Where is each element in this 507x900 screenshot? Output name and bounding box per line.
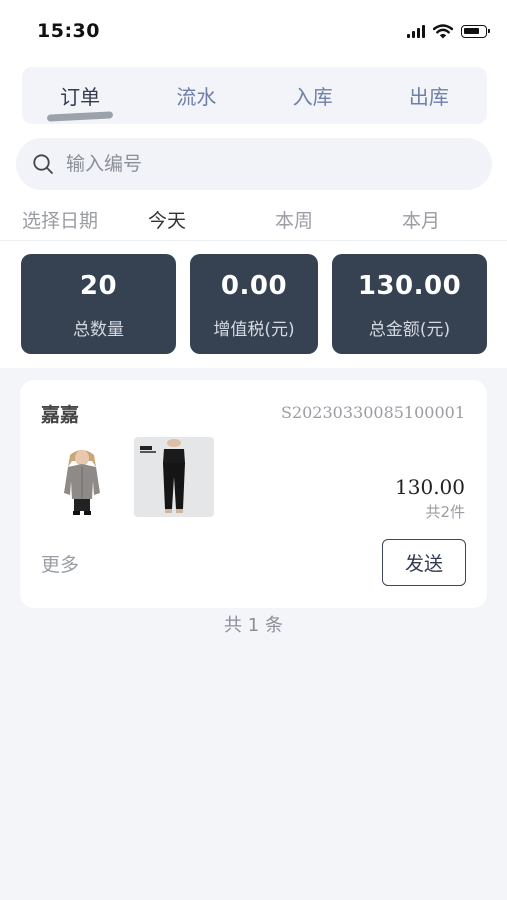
status-time: 15:30 (37, 20, 100, 42)
signal-icon (407, 24, 425, 38)
product-image-trousers[interactable] (134, 437, 214, 517)
stat-card-total-amount: 130.00 总金额(元) (332, 254, 487, 354)
tab-label: 流水 (176, 85, 217, 109)
date-picker-label[interactable]: 选择日期 (22, 206, 98, 233)
tab-label: 入库 (292, 85, 333, 109)
order-card[interactable]: 嘉嘉 S20230330085100001 130.00 共2件 更多 发送 (20, 380, 487, 608)
stat-value: 0.00 (220, 271, 288, 301)
stat-value: 130.00 (357, 271, 462, 301)
search-icon (33, 154, 53, 174)
tab-stock-in[interactable]: 入库 (255, 81, 371, 110)
date-filter: 选择日期 今天 本周 本月 (0, 196, 507, 241)
stat-label: 增值税(元) (213, 320, 295, 340)
battery-icon (461, 24, 490, 38)
stat-value: 20 (79, 271, 118, 301)
customer-name: 嘉嘉 (41, 404, 80, 426)
date-option-today[interactable]: 今天 (148, 206, 186, 233)
status-bar: 15:30 (0, 0, 507, 62)
status-icons (407, 22, 490, 40)
tab-label: 出库 (408, 85, 449, 109)
order-quantity: 共2件 (425, 503, 465, 521)
list-total-count: 共 1 条 (224, 615, 283, 636)
tab-bar: 订单 流水 入库 出库 (22, 67, 487, 124)
date-option-week[interactable]: 本周 (275, 206, 313, 233)
order-number: S20230330085100001 (280, 403, 465, 422)
search-input[interactable] (64, 152, 448, 176)
active-tab-indicator (46, 111, 114, 122)
tab-label: 订单 (60, 85, 101, 109)
stat-card-total-quantity: 20 总数量 (21, 254, 176, 354)
send-button[interactable]: 发送 (382, 539, 466, 586)
stat-card-vat: 0.00 增值税(元) (190, 254, 318, 354)
tab-stock-out[interactable]: 出库 (371, 81, 487, 110)
stat-label: 总数量 (73, 320, 124, 340)
search-bar (16, 138, 492, 190)
order-amount: 130.00 (395, 475, 465, 499)
date-option-month[interactable]: 本月 (402, 206, 440, 233)
tab-orders[interactable]: 订单 (22, 81, 138, 122)
more-link[interactable]: 更多 (41, 550, 79, 577)
wifi-icon (433, 23, 453, 38)
product-image-hoodie[interactable] (42, 437, 122, 517)
stat-label: 总金额(元) (368, 320, 451, 340)
tab-transactions[interactable]: 流水 (138, 81, 254, 110)
